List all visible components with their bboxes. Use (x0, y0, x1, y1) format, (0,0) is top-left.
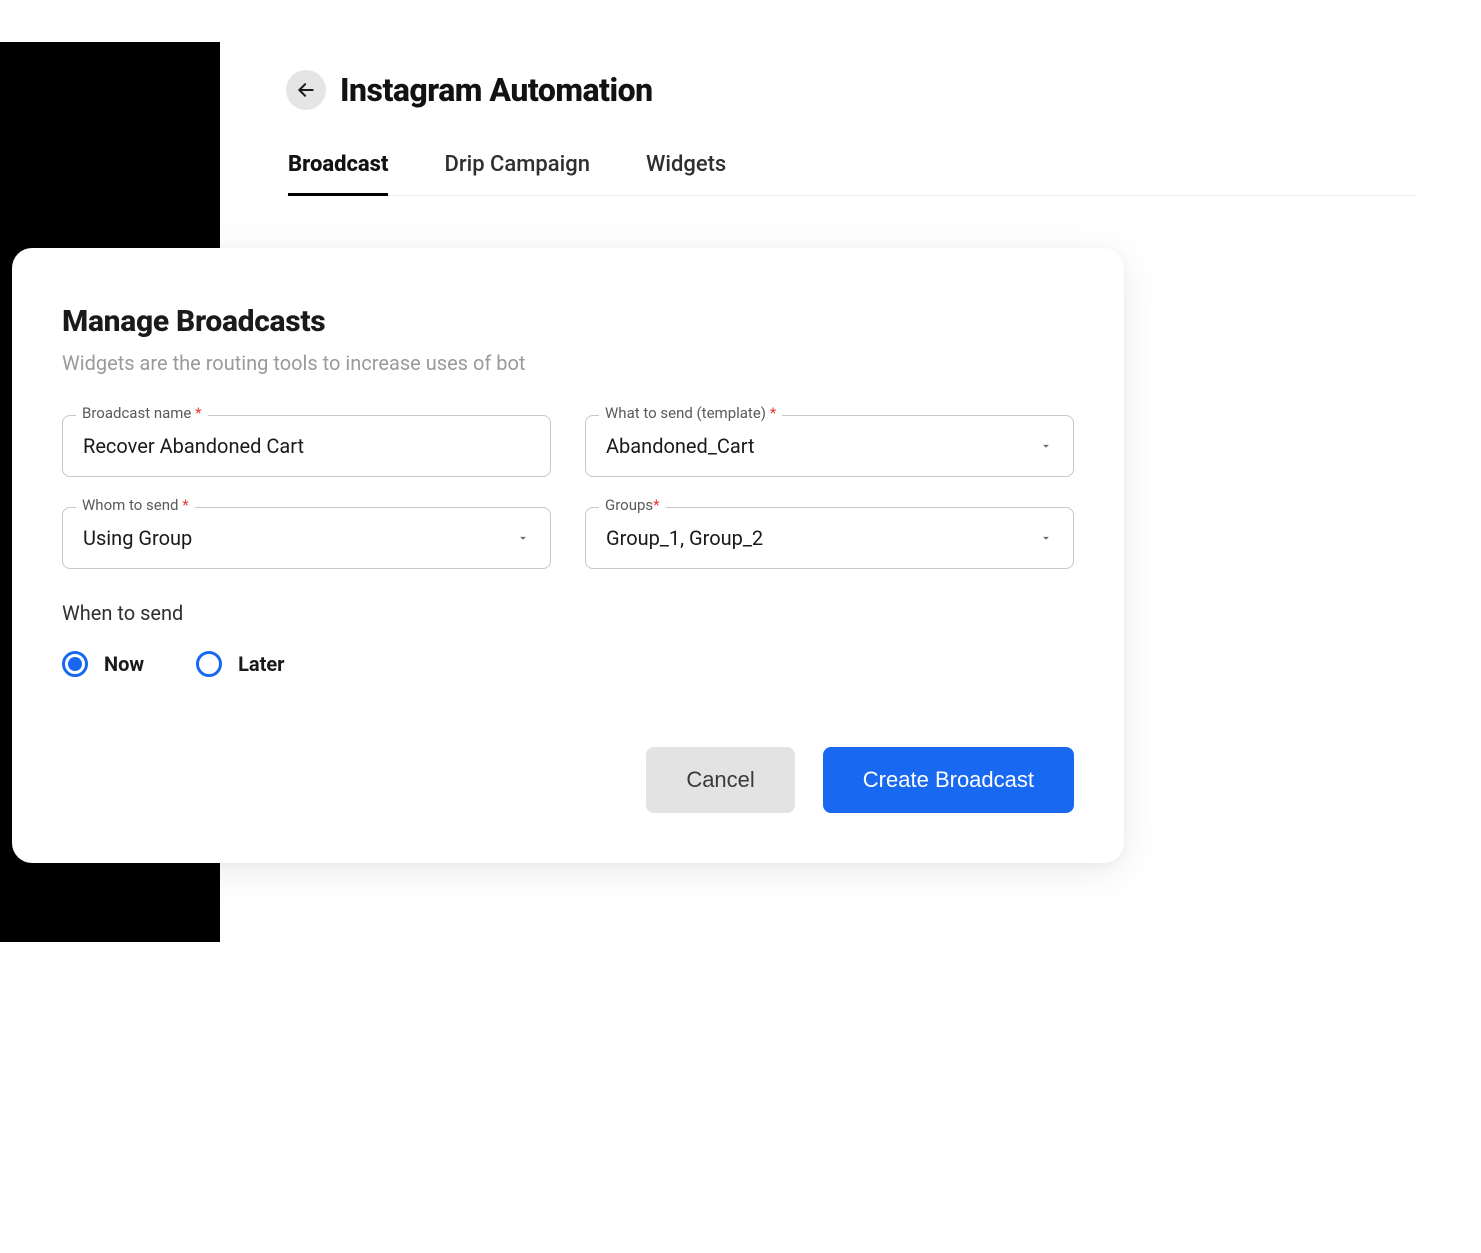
cancel-button[interactable]: Cancel (646, 747, 794, 813)
template-value: Abandoned_Cart (606, 434, 755, 458)
modal-title: Manage Broadcasts (62, 304, 1074, 339)
groups-field: Groups* Group_1, Group_2 (585, 507, 1074, 569)
radio-now[interactable]: Now (62, 651, 144, 677)
whom-value: Using Group (83, 526, 192, 550)
groups-select[interactable]: Group_1, Group_2 (585, 507, 1074, 569)
broadcast-name-input[interactable] (83, 434, 530, 458)
arrow-left-icon (296, 80, 316, 100)
chevron-down-icon (516, 531, 530, 545)
modal-actions: Cancel Create Broadcast (62, 747, 1074, 813)
title-row: Instagram Automation (286, 70, 1415, 110)
manage-broadcasts-modal: Manage Broadcasts Widgets are the routin… (12, 248, 1124, 863)
when-radio-group: Now Later (62, 651, 1074, 677)
tabs-bar: Broadcast Drip Campaign Widgets (286, 152, 1415, 196)
chevron-down-icon (1039, 439, 1053, 453)
create-broadcast-button[interactable]: Create Broadcast (823, 747, 1074, 813)
tab-broadcast[interactable]: Broadcast (288, 152, 388, 195)
radio-button-icon (196, 651, 222, 677)
template-select[interactable]: Abandoned_Cart (585, 415, 1074, 477)
whom-select[interactable]: Using Group (62, 507, 551, 569)
radio-now-label: Now (104, 652, 144, 676)
form-grid: Broadcast name * What to send (template)… (62, 415, 1074, 569)
broadcast-name-field: Broadcast name * (62, 415, 551, 477)
page-title: Instagram Automation (340, 71, 653, 109)
when-to-send-label: When to send (62, 601, 1074, 625)
radio-later[interactable]: Later (196, 651, 284, 677)
groups-value: Group_1, Group_2 (606, 526, 763, 550)
groups-label: Groups* (599, 496, 666, 514)
whom-label: Whom to send * (76, 496, 195, 514)
broadcast-name-input-wrapper (62, 415, 551, 477)
radio-later-label: Later (238, 652, 284, 676)
template-label: What to send (template) * (599, 404, 782, 422)
tab-widgets[interactable]: Widgets (646, 152, 726, 195)
template-field: What to send (template) * Abandoned_Cart (585, 415, 1074, 477)
broadcast-name-label: Broadcast name * (76, 404, 208, 422)
modal-subtitle: Widgets are the routing tools to increas… (62, 351, 1074, 375)
tab-drip-campaign[interactable]: Drip Campaign (444, 152, 590, 195)
radio-button-icon (62, 651, 88, 677)
back-button[interactable] (286, 70, 326, 110)
chevron-down-icon (1039, 531, 1053, 545)
whom-field: Whom to send * Using Group (62, 507, 551, 569)
